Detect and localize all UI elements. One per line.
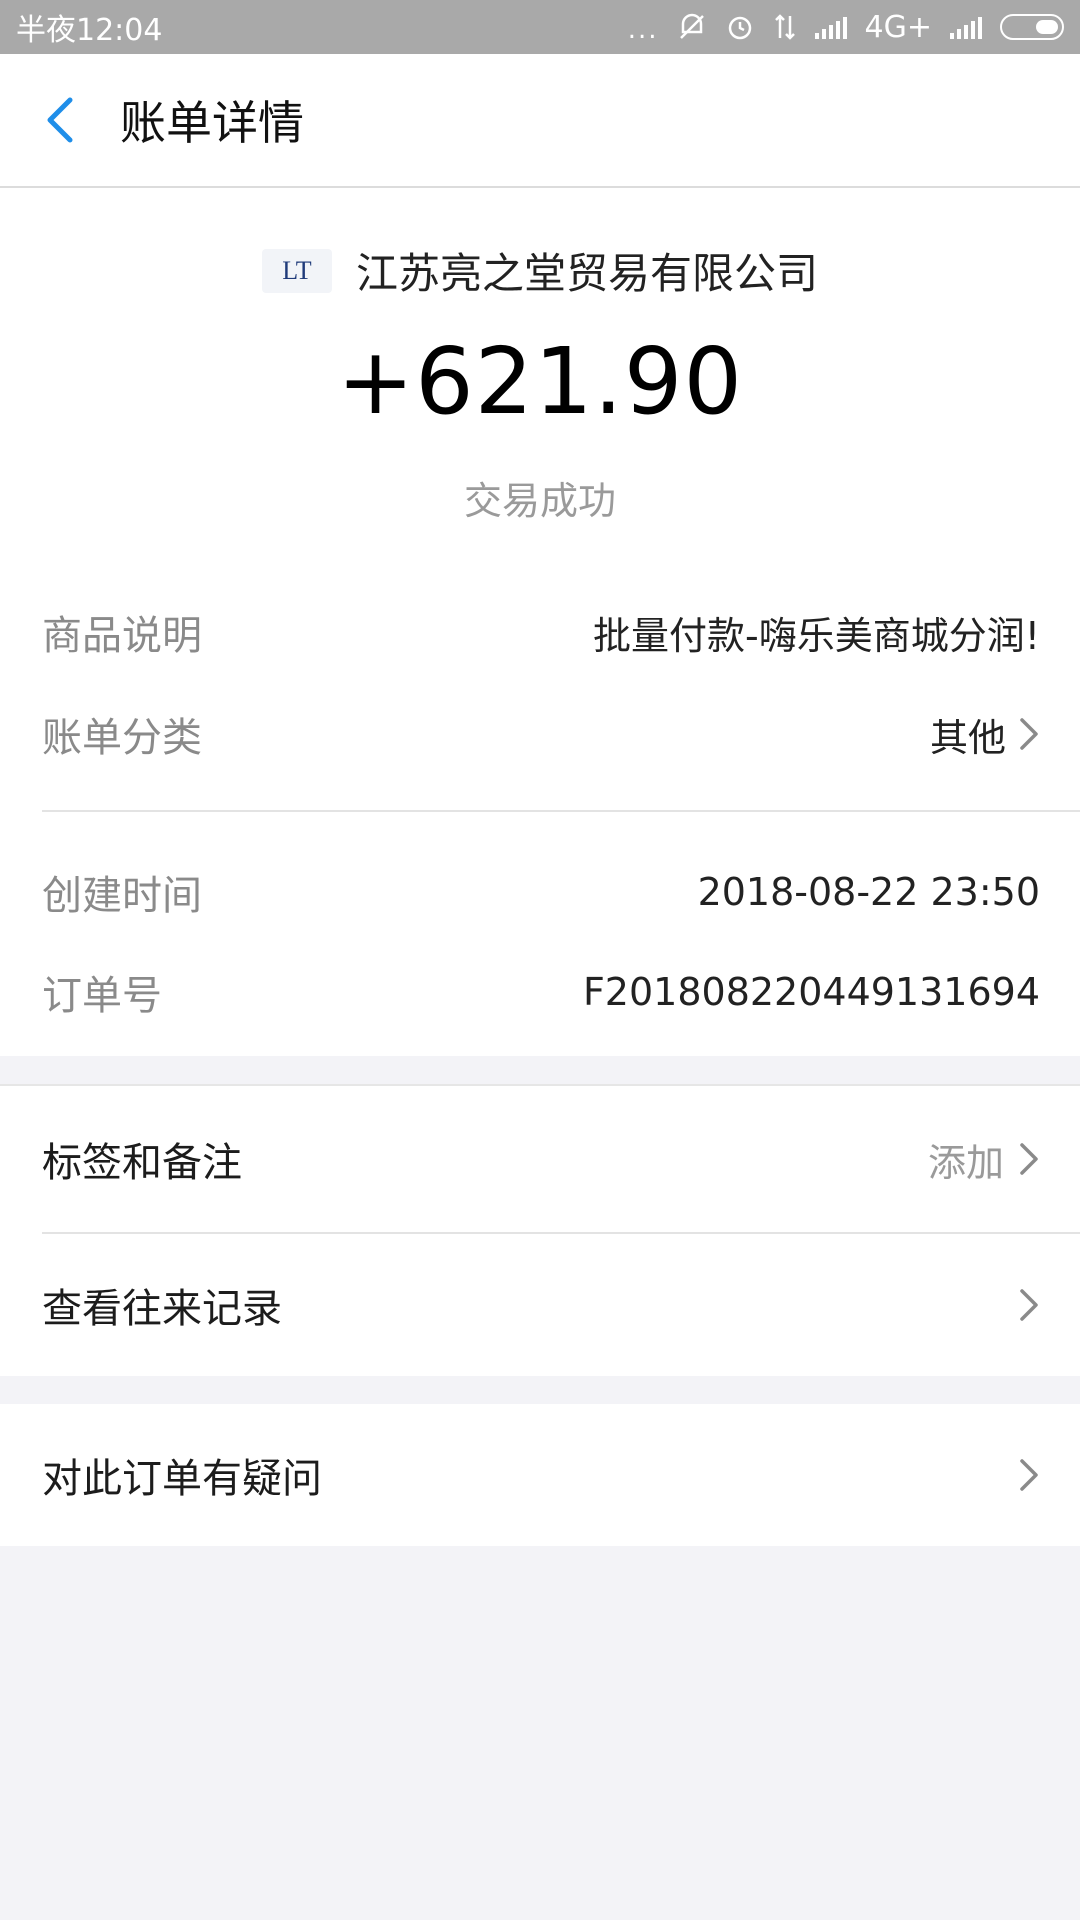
status-icons: ... 4G+: [628, 9, 1064, 45]
tags-notes-action: 添加: [928, 1132, 1040, 1187]
detail-section-2: 创建时间 2018-08-22 23:50 订单号 F2018082204491…: [0, 810, 1080, 1056]
mute-icon: [677, 12, 707, 42]
merchant: LT 江苏亮之堂贸易有限公司: [0, 240, 1080, 301]
back-button[interactable]: [0, 53, 120, 187]
category-label: 账单分类: [42, 715, 202, 761]
category-row[interactable]: 账单分类 其他: [0, 684, 1080, 784]
order-question-action: [1018, 1457, 1040, 1493]
add-tag-text: 添加: [927, 1140, 1004, 1185]
category-value-wrap: 其他: [930, 707, 1040, 762]
battery-icon: [1000, 14, 1064, 40]
page-title: 账单详情: [120, 96, 304, 150]
chevron-right-icon: [1018, 1287, 1040, 1323]
transaction-amount: +621.90: [337, 328, 743, 435]
signal-icon-2: [950, 15, 982, 39]
product-row: 商品说明 批量付款-嗨乐美商城分润!: [0, 582, 1080, 682]
alarm-icon: [725, 12, 755, 42]
created-time-value: 2018-08-22 23:50: [697, 870, 1040, 914]
created-time-label: 创建时间: [42, 873, 202, 919]
more-dots-icon: ...: [627, 15, 659, 45]
order-number-label: 订单号: [42, 973, 162, 1019]
network-type: 4G+: [864, 9, 932, 45]
view-records-row[interactable]: 查看往来记录: [0, 1232, 1080, 1378]
signal-icon: [814, 15, 847, 39]
product-value: 批量付款-嗨乐美商城分润!: [593, 613, 1040, 658]
transaction-summary: LT 江苏亮之堂贸易有限公司 +621.90 交易成功: [0, 188, 1080, 566]
view-records-action: [1018, 1287, 1040, 1323]
order-question-row[interactable]: 对此订单有疑问: [0, 1404, 1080, 1546]
order-number-value: F201808220449131694: [582, 970, 1040, 1014]
merchant-logo: LT: [261, 248, 332, 293]
chevron-right-icon: [1018, 1141, 1040, 1177]
order-number-row: 订单号 F201808220449131694: [0, 942, 1080, 1042]
action-section-2: 对此订单有疑问: [0, 1404, 1080, 1546]
action-section-1: 标签和备注 添加 查看往来记录: [0, 1084, 1080, 1376]
detail-section-1: 商品说明 批量付款-嗨乐美商城分润! 账单分类 其他: [0, 566, 1080, 810]
created-time-row: 创建时间 2018-08-22 23:50: [0, 842, 1080, 942]
transaction-status: 交易成功: [463, 479, 616, 523]
data-transfer-icon: [773, 12, 797, 42]
status-bar: 半夜12:04 ... 4G+: [0, 0, 1080, 54]
divider: [42, 810, 1080, 812]
tags-notes-row[interactable]: 标签和备注 添加: [0, 1086, 1080, 1232]
product-label: 商品说明: [42, 613, 202, 659]
order-question-label: 对此订单有疑问: [42, 1456, 322, 1502]
chevron-right-icon: [1018, 716, 1040, 752]
tags-notes-label: 标签和备注: [42, 1140, 242, 1186]
chevron-right-icon: [1018, 1457, 1040, 1493]
status-time: 半夜12:04: [16, 13, 163, 48]
view-records-label: 查看往来记录: [42, 1286, 282, 1332]
back-arrow-icon: [47, 97, 73, 143]
category-value: 其他: [929, 715, 1006, 760]
merchant-name: 江苏亮之堂贸易有限公司: [355, 249, 818, 298]
app-header: 账单详情: [0, 54, 1080, 188]
